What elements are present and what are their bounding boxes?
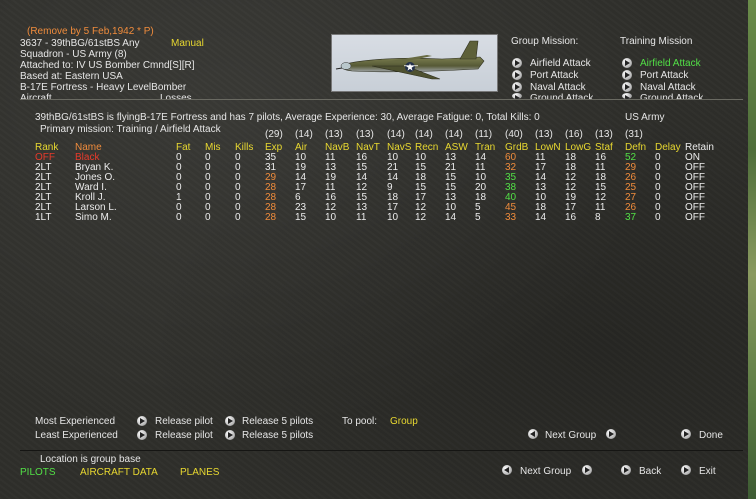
most-experienced-label: Most Experienced: [35, 416, 116, 427]
skill-average: (11): [475, 129, 493, 140]
location-label: Location is group base: [40, 454, 141, 465]
next-group-prev-arrow-icon[interactable]: [528, 429, 538, 439]
pool-target-toggle[interactable]: Group: [390, 416, 418, 427]
table-cell: 28: [265, 212, 277, 223]
table-cell: 0: [655, 212, 661, 223]
group-mission-port[interactable]: Port Attack: [530, 70, 578, 81]
table-cell: 0: [235, 212, 241, 223]
training-mission-naval[interactable]: Naval Attack: [640, 82, 696, 93]
remove-note: (Remove by 5 Feb,1942 * P): [27, 26, 154, 37]
bottom-next-group-button[interactable]: Next Group: [520, 466, 571, 477]
group-mission-airfield-arrow-icon[interactable]: [512, 58, 522, 68]
table-cell: 1LT: [35, 212, 52, 223]
table-cell: 14: [535, 212, 547, 223]
group-mission-port-arrow-icon[interactable]: [512, 70, 522, 80]
attached-line: Attached to: IV US Bomber Cmnd[S][R]: [20, 60, 195, 71]
training-mission-title: Training Mission: [620, 36, 693, 47]
training-mission-naval-arrow-icon[interactable]: [622, 82, 632, 92]
least-experienced-label: Least Experienced: [35, 430, 118, 441]
group-mission-naval-arrow-icon[interactable]: [512, 82, 522, 92]
skill-average: (29): [265, 129, 283, 140]
release-most-5-button[interactable]: Release 5 pilots: [242, 416, 313, 427]
next-group-next-arrow-icon[interactable]: [606, 429, 616, 439]
group-mission-naval[interactable]: Naval Attack: [530, 82, 586, 93]
training-mission-port-arrow-icon[interactable]: [622, 70, 632, 80]
bottom-next-group-prev-arrow-icon[interactable]: [502, 465, 512, 475]
b17-plane-icon: [335, 40, 485, 80]
training-mission-port[interactable]: Port Attack: [640, 70, 688, 81]
table-cell: 11: [356, 212, 367, 223]
done-arrow-icon[interactable]: [681, 429, 691, 439]
skill-average: (40): [505, 129, 523, 140]
unit-line: 3637 - 39thBG/61stBS Any: [20, 38, 140, 49]
table-cell: 0: [176, 212, 182, 223]
pilot-name[interactable]: Simo M.: [75, 212, 112, 223]
tab-planes[interactable]: PLANES: [180, 467, 219, 478]
table-cell: 15: [295, 212, 307, 223]
summary-line: 39thBG/61stBS is flyingB-17E Fortress an…: [35, 112, 540, 123]
table-cell[interactable]: OFF: [685, 212, 705, 223]
training-mission-airfield[interactable]: Airfield Attack: [640, 58, 701, 69]
table-cell: 16: [565, 212, 577, 223]
skill-average: (14): [295, 129, 313, 140]
exit-button[interactable]: Exit: [699, 466, 716, 477]
primary-mission-line: Primary mission: Training / Airfield Att…: [40, 124, 221, 135]
table-cell: 12: [415, 212, 427, 223]
release-least-arrow-icon[interactable]: [137, 430, 147, 440]
back-arrow-icon[interactable]: [621, 465, 631, 475]
skill-average: (14): [387, 129, 405, 140]
bottom-next-group-next-arrow-icon[interactable]: [582, 465, 592, 475]
table-cell: 0: [205, 212, 211, 223]
release-most-5-arrow-icon[interactable]: [225, 416, 235, 426]
table-cell: 10: [387, 212, 399, 223]
based-line: Based at: Eastern USA: [20, 71, 123, 82]
aircraft-picture: [331, 34, 498, 92]
release-least-5-arrow-icon[interactable]: [225, 430, 235, 440]
to-pool-label: To pool:: [342, 416, 378, 427]
skill-average: (13): [595, 129, 613, 140]
back-button[interactable]: Back: [639, 466, 661, 477]
release-least-5-button[interactable]: Release 5 pilots: [242, 430, 313, 441]
nation-label: US Army: [625, 112, 665, 123]
table-cell: 8: [595, 212, 601, 223]
group-mission-title: Group Mission:: [511, 36, 579, 47]
table-cell: 14: [445, 212, 457, 223]
done-button[interactable]: Done: [699, 430, 723, 441]
table-cell: 5: [475, 212, 481, 223]
mode-toggle[interactable]: Manual: [171, 38, 204, 49]
skill-average: (13): [356, 129, 374, 140]
training-mission-airfield-arrow-icon[interactable]: [622, 58, 632, 68]
squadron-line: Squadron - US Army (8): [20, 49, 127, 60]
release-most-pilot-button[interactable]: Release pilot: [155, 416, 213, 427]
next-group-button[interactable]: Next Group: [545, 430, 596, 441]
map-edge: [748, 0, 756, 499]
tab-pilots[interactable]: PILOTS: [20, 467, 56, 478]
skill-average: (14): [415, 129, 433, 140]
skill-average: (14): [445, 129, 463, 140]
group-mission-airfield[interactable]: Airfield Attack: [530, 58, 591, 69]
table-cell: 10: [325, 212, 337, 223]
aircraft-type-line: B-17E Fortress - Heavy LevelBomber: [20, 82, 187, 93]
exit-arrow-icon[interactable]: [681, 465, 691, 475]
tab-aircraft-data[interactable]: AIRCRAFT DATA: [80, 467, 158, 478]
skill-average: (16): [565, 129, 583, 140]
table-cell: 33: [505, 212, 517, 223]
skill-average: (13): [535, 129, 553, 140]
skill-average: (13): [325, 129, 343, 140]
release-least-pilot-button[interactable]: Release pilot: [155, 430, 213, 441]
table-cell: 37: [625, 212, 637, 223]
release-most-arrow-icon[interactable]: [137, 416, 147, 426]
skill-average: (31): [625, 129, 643, 140]
